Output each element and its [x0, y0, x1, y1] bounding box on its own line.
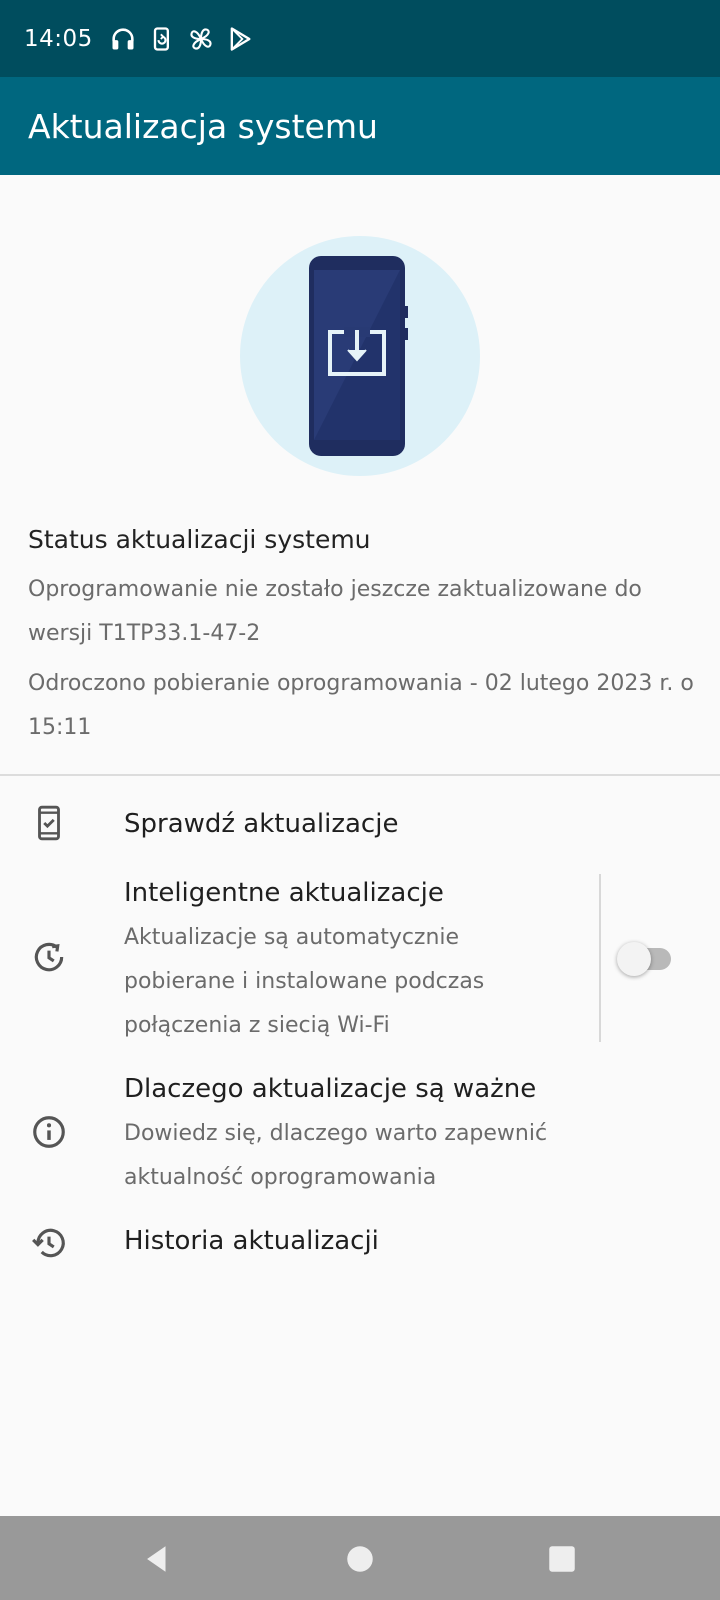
smart-updates-toggle[interactable]	[617, 942, 673, 976]
update-history-label: Historia aktualizacji	[124, 1226, 379, 1256]
smart-updates-description: Aktualizacje są automatycznie pobierane …	[124, 925, 485, 1038]
phone-download-icon	[240, 236, 480, 476]
status-bar: 14:05	[0, 0, 720, 77]
page-title: Aktualizacja systemu	[28, 106, 378, 146]
check-updates-item[interactable]: Sprawdź aktualizacje	[0, 780, 720, 870]
why-updates-item[interactable]: Dlaczego aktualizacje są ważne Dowiedz s…	[0, 1066, 720, 1196]
why-updates-label: Dlaczego aktualizacje są ważne	[124, 1074, 537, 1104]
download-deferred-line: Odroczono pobieranie oprogramowania - 02…	[28, 671, 694, 740]
status-time: 14:05	[24, 25, 93, 52]
toggle-divider	[599, 874, 601, 1042]
screen-rotate-icon	[148, 25, 176, 53]
divider	[0, 774, 720, 776]
clock-refresh-icon	[30, 938, 68, 976]
back-icon[interactable]	[140, 1542, 174, 1576]
app-bar: Aktualizacja systemu	[0, 77, 720, 175]
update-status-section: Status aktualizacji systemu Oprogramowan…	[28, 525, 698, 750]
recents-icon[interactable]	[545, 1542, 579, 1576]
info-icon	[30, 1113, 68, 1151]
history-icon	[30, 1224, 68, 1262]
home-icon[interactable]	[343, 1542, 377, 1576]
navigation-bar	[0, 1516, 720, 1600]
why-updates-description: Dowiedz się, dlaczego warto zapewnić akt…	[124, 1121, 548, 1190]
headphones-icon	[109, 25, 137, 53]
update-status-title: Status aktualizacji systemu	[28, 525, 371, 554]
update-status-line: Oprogramowanie nie zostało jeszcze zaktu…	[28, 577, 642, 646]
pinwheel-icon	[187, 25, 215, 53]
toggle-thumb	[617, 942, 651, 976]
phone-check-icon	[30, 804, 68, 842]
check-updates-label: Sprawdź aktualizacje	[124, 809, 399, 839]
smart-updates-item[interactable]: Inteligentne aktualizacje Aktualizacje s…	[0, 870, 720, 1046]
smart-updates-label: Inteligentne aktualizacje	[124, 878, 444, 908]
update-history-item[interactable]: Historia aktualizacji	[0, 1200, 720, 1284]
play-store-icon	[226, 25, 254, 53]
